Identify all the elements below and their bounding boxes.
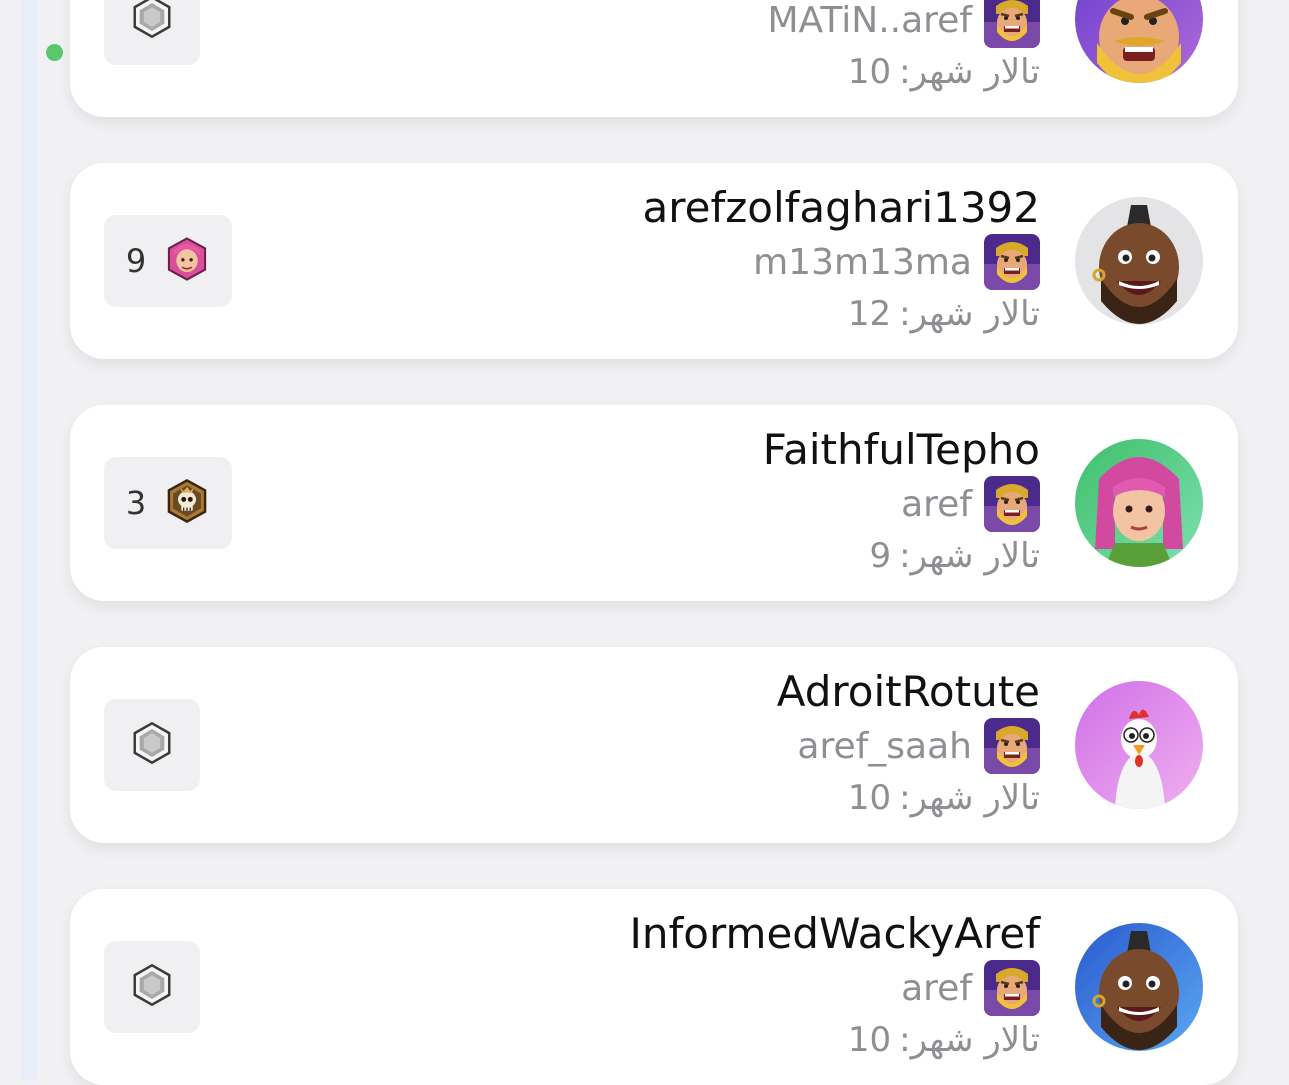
league-badge (104, 0, 200, 65)
player-info: FaithfulTepho aref 9 تالار شهر: (340, 423, 1040, 581)
league-badge (104, 941, 200, 1033)
league-badge: 3 (104, 457, 232, 549)
skull-league-icon (164, 478, 210, 528)
townhall-label: تالار شهر: (899, 1020, 1040, 1060)
townhall-level: 10 تالار شهر: (340, 1015, 1040, 1065)
player-info: AdroitRotute aref_saah 10 تالار شهر: (340, 665, 1040, 823)
townhall-label: تالار شهر: (899, 778, 1040, 818)
townhall-label: تالار شهر: (899, 536, 1040, 576)
player-info: MATiN..aref 10 تالار شهر: (340, 0, 1040, 97)
clan-badge-icon (984, 234, 1040, 290)
unranked-league-icon (129, 720, 175, 770)
clan-row: aref (340, 477, 1040, 531)
clan-name: aref_saah (797, 725, 972, 767)
clan-row: aref (340, 961, 1040, 1015)
townhall-level: 9 تالار شهر: (340, 531, 1040, 581)
unranked-league-icon (129, 962, 175, 1012)
player-card[interactable]: AdroitRotute aref_saah 10 تالار شهر: (70, 647, 1238, 843)
clan-badge-icon (984, 718, 1040, 774)
league-badge: 9 (104, 215, 232, 307)
unranked-league-icon (129, 0, 175, 44)
player-name: arefzolfaghari1392 (642, 183, 1040, 232)
player-name: InformedWackyAref (629, 909, 1040, 958)
hog-rider-avatar[interactable] (1075, 923, 1203, 1051)
clan-badge-icon (984, 0, 1040, 48)
league-count: 9 (125, 242, 147, 280)
townhall-level: 12 تالار شهر: (340, 289, 1040, 339)
online-status-dot (46, 44, 63, 61)
clan-name: aref (901, 483, 972, 525)
player-info: InformedWackyAref aref 10 تالار شهر: (340, 907, 1040, 1065)
clan-badge-icon (984, 960, 1040, 1016)
hog-rider-avatar[interactable] (1075, 197, 1203, 325)
player-card[interactable]: MATiN..aref 10 تالار شهر: (70, 0, 1238, 117)
player-info: arefzolfaghari1392 m13m13ma 12 تالار شهر: (340, 181, 1040, 339)
chicken-avatar[interactable] (1075, 681, 1203, 809)
player-card[interactable]: arefzolfaghari1392 m13m13ma 12 تالار شهر:… (70, 163, 1238, 359)
clan-row: MATiN..aref (340, 0, 1040, 47)
clan-name: aref (901, 967, 972, 1009)
barbarian-avatar[interactable] (1075, 0, 1203, 83)
league-count: 3 (125, 484, 147, 522)
townhall-level-value: 12 (847, 294, 892, 334)
townhall-level-value: 10 (847, 52, 892, 92)
townhall-label: تالار شهر: (899, 294, 1040, 334)
townhall-level-value: 10 (847, 1020, 892, 1060)
league-badge (104, 699, 200, 791)
clan-badge-icon (984, 476, 1040, 532)
archer-avatar[interactable] (1075, 439, 1203, 567)
townhall-level: 10 تالار شهر: (340, 773, 1040, 823)
player-name: AdroitRotute (776, 667, 1040, 716)
player-name: FaithfulTepho (762, 425, 1040, 474)
archer-queen-league-icon (164, 236, 210, 286)
clan-name: MATiN..aref (767, 0, 973, 41)
townhall-level-value: 10 (847, 778, 892, 818)
clan-name: m13m13ma (753, 241, 972, 283)
clan-row: aref_saah (340, 719, 1040, 773)
townhall-label: تالار شهر: (899, 52, 1040, 92)
townhall-level-value: 9 (869, 536, 892, 576)
player-card[interactable]: InformedWackyAref aref 10 تالار شهر: (70, 889, 1238, 1085)
player-card[interactable]: FaithfulTepho aref 9 تالار شهر: 3 (70, 405, 1238, 601)
clan-row: m13m13ma (340, 235, 1040, 289)
side-rail (22, 0, 37, 1080)
townhall-level: 10 تالار شهر: (340, 47, 1040, 97)
